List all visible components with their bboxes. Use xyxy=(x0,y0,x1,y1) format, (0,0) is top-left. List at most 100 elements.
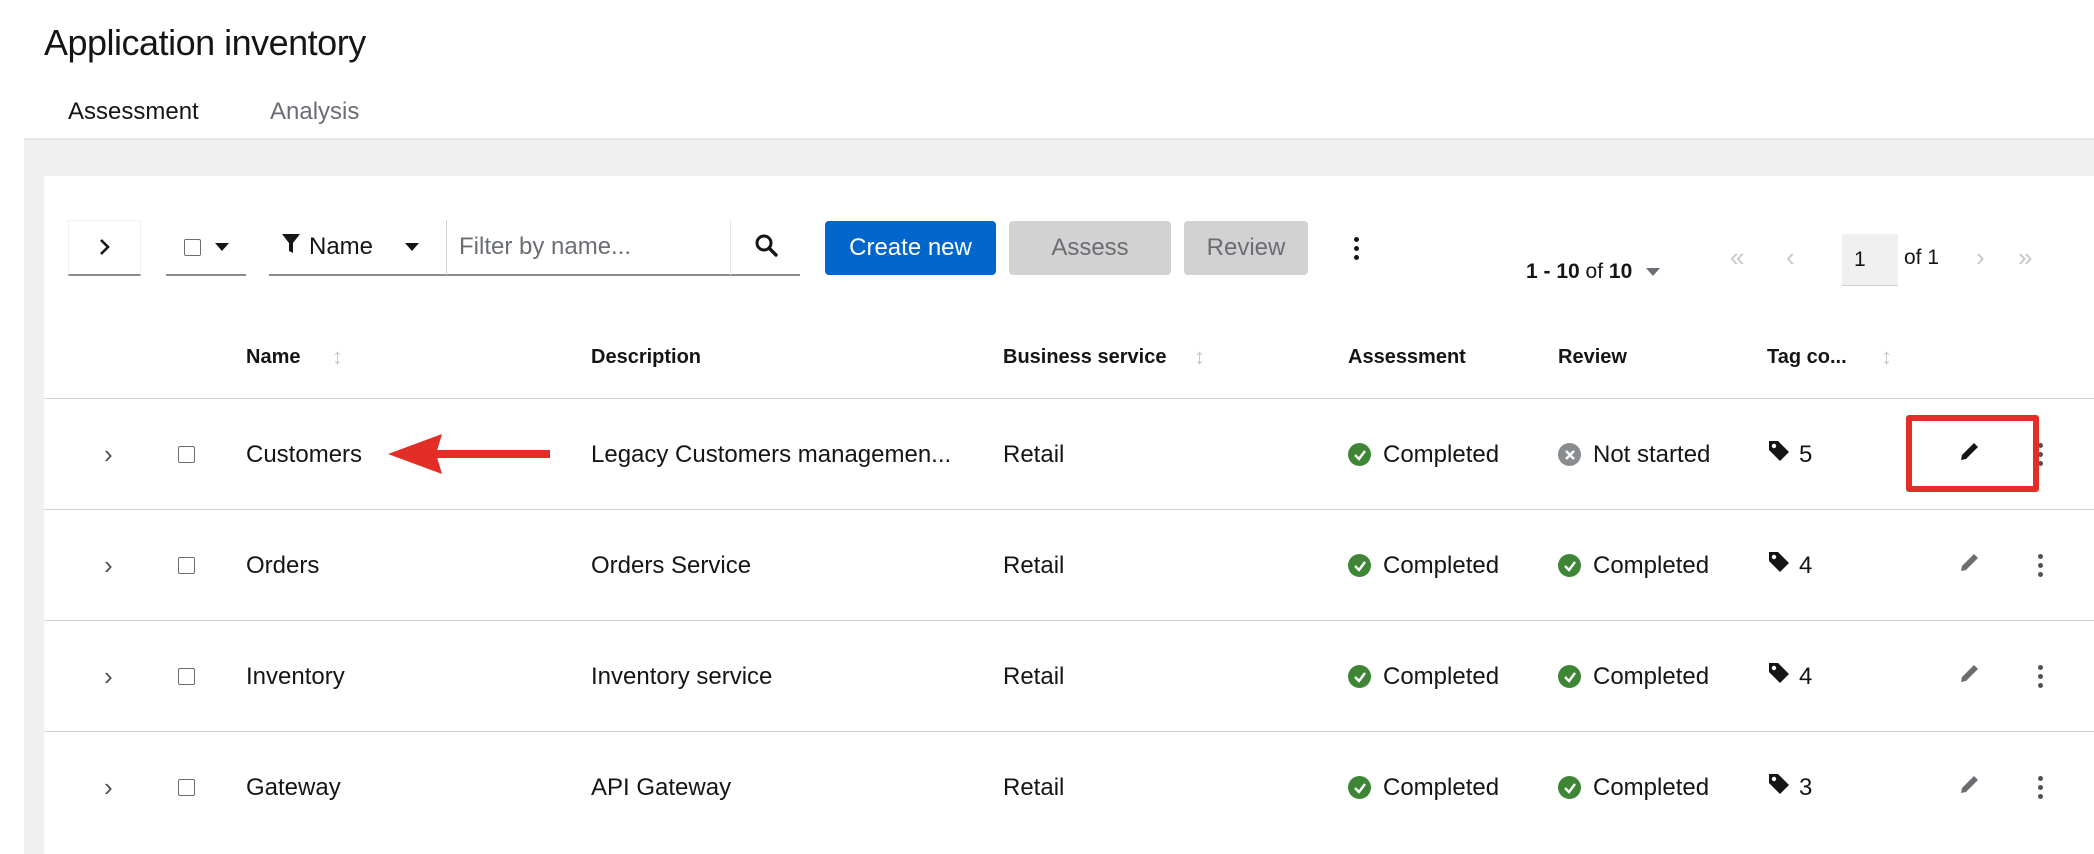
application-description: Legacy Customers managemen... xyxy=(591,440,952,468)
row-expand-chevron-icon[interactable]: › xyxy=(104,510,113,621)
check-circle-icon xyxy=(1348,443,1371,466)
bulk-select-checkbox[interactable] xyxy=(183,238,201,256)
review-status-label: Completed xyxy=(1593,662,1710,690)
row-checkbox[interactable] xyxy=(178,779,195,796)
business-service: Retail xyxy=(1003,440,1065,468)
review-status: Completed xyxy=(1558,621,1709,732)
edit-button[interactable] xyxy=(1958,732,1982,843)
caret-down-icon[interactable] xyxy=(214,243,229,251)
review-button[interactable]: Review xyxy=(1184,221,1308,275)
row-checkbox[interactable] xyxy=(178,557,195,574)
tag-count: 5 xyxy=(1767,399,1812,510)
pencil-icon xyxy=(1958,661,1982,692)
tag-icon xyxy=(1767,661,1791,692)
filter-icon xyxy=(281,233,301,262)
annotation-highlight-box xyxy=(1906,415,2039,492)
page-of-label: of 1 xyxy=(1904,246,1940,269)
bulk-select[interactable] xyxy=(166,220,246,276)
check-circle-icon xyxy=(1558,665,1581,688)
pagination-total: 10 xyxy=(1608,260,1633,283)
column-header-business-service[interactable]: Business service xyxy=(1003,346,1166,369)
business-service: Retail xyxy=(1003,773,1065,801)
table-row[interactable]: › Gateway API Gateway Retail Completed C… xyxy=(44,731,2094,842)
page-number-input[interactable]: 1 xyxy=(1842,234,1898,286)
expand-all-toggle[interactable] xyxy=(68,220,141,276)
review-status: Completed xyxy=(1558,732,1709,843)
tab-analysis[interactable]: Analysis xyxy=(246,98,383,140)
assessment-status-label: Completed xyxy=(1383,773,1500,801)
row-checkbox[interactable] xyxy=(178,446,195,463)
check-circle-icon xyxy=(1558,776,1581,799)
row-expand-chevron-icon[interactable]: › xyxy=(104,399,113,510)
column-header-description: Description xyxy=(591,346,702,368)
filter-category-label: Name xyxy=(309,233,374,260)
row-expand-chevron-icon[interactable]: › xyxy=(104,621,113,732)
caret-down-icon xyxy=(405,243,420,251)
tab-bar: Assessment Analysis xyxy=(24,88,2094,144)
check-circle-icon xyxy=(1558,554,1581,577)
table-row[interactable]: › Customers Legacy Customers managemen..… xyxy=(44,398,2094,509)
business-service: Retail xyxy=(1003,662,1065,690)
pencil-icon xyxy=(1958,772,1982,803)
search-icon xyxy=(754,233,778,262)
assessment-status: Completed xyxy=(1348,510,1499,621)
assessment-status: Completed xyxy=(1348,732,1499,843)
application-description: API Gateway xyxy=(591,773,732,801)
application-description: Inventory service xyxy=(591,662,773,690)
review-status: Not started xyxy=(1558,399,1710,510)
review-status: Completed xyxy=(1558,510,1709,621)
search-field[interactable] xyxy=(447,220,730,276)
filter-category-select[interactable]: Name xyxy=(269,220,447,276)
edit-button[interactable] xyxy=(1958,621,1982,732)
column-header-review: Review xyxy=(1558,346,1627,368)
review-status-label: Completed xyxy=(1593,773,1710,801)
pagination-range: 1 - 10 xyxy=(1526,260,1580,283)
first-page-button[interactable]: « xyxy=(1730,242,1744,273)
row-kebab-menu[interactable] xyxy=(2038,776,2043,799)
tag-count: 3 xyxy=(1767,732,1812,843)
assessment-status: Completed xyxy=(1348,399,1499,510)
business-service: Retail xyxy=(1003,551,1065,579)
create-new-button[interactable]: Create new xyxy=(825,221,996,275)
last-page-button[interactable]: » xyxy=(2018,242,2032,273)
sort-icon[interactable]: ↕ xyxy=(1194,344,1205,370)
table-row[interactable]: › Orders Orders Service Retail Completed… xyxy=(44,509,2094,620)
assessment-status: Completed xyxy=(1348,621,1499,732)
previous-page-button[interactable]: ‹ xyxy=(1786,242,1795,273)
tab-assessment[interactable]: Assessment xyxy=(44,98,223,144)
row-kebab-menu[interactable] xyxy=(2038,554,2043,577)
assess-button[interactable]: Assess xyxy=(1009,221,1171,275)
tag-count-value: 5 xyxy=(1799,440,1813,468)
row-expand-chevron-icon[interactable]: › xyxy=(104,732,113,843)
column-header-assessment: Assessment xyxy=(1348,346,1466,368)
pencil-icon xyxy=(1958,550,1982,581)
review-status-label: Not started xyxy=(1593,440,1711,468)
edit-button[interactable] xyxy=(1958,510,1982,621)
application-description: Orders Service xyxy=(591,551,752,579)
search-input[interactable] xyxy=(447,233,717,261)
column-header-tags[interactable]: Tag co... xyxy=(1767,346,1847,369)
pagination-toggle[interactable]: 1 - 10 of 10 xyxy=(1526,246,1661,298)
tag-count-value: 4 xyxy=(1799,551,1813,579)
tag-count: 4 xyxy=(1767,621,1812,732)
tag-icon xyxy=(1767,772,1791,803)
sort-icon[interactable]: ↕ xyxy=(332,344,343,370)
check-circle-icon xyxy=(1348,554,1371,577)
review-status-label: Completed xyxy=(1593,551,1710,579)
table-row[interactable]: › Inventory Inventory service Retail Com… xyxy=(44,620,2094,731)
search-button[interactable] xyxy=(730,220,800,276)
application-name: Inventory xyxy=(246,662,345,690)
tag-icon xyxy=(1767,439,1791,470)
application-name: Customers xyxy=(246,440,363,468)
sort-icon[interactable]: ↕ xyxy=(1881,344,1892,370)
check-circle-icon xyxy=(1348,776,1371,799)
page-title: Application inventory xyxy=(44,22,366,63)
tag-icon xyxy=(1767,550,1791,581)
row-checkbox[interactable] xyxy=(178,668,195,685)
row-kebab-menu[interactable] xyxy=(2038,665,2043,688)
application-name: Gateway xyxy=(246,773,341,801)
pagination-of: of xyxy=(1585,260,1604,283)
next-page-button[interactable]: › xyxy=(1976,242,1985,273)
toolbar-kebab-menu[interactable] xyxy=(1346,230,1366,266)
column-header-name[interactable]: Name xyxy=(246,346,300,369)
